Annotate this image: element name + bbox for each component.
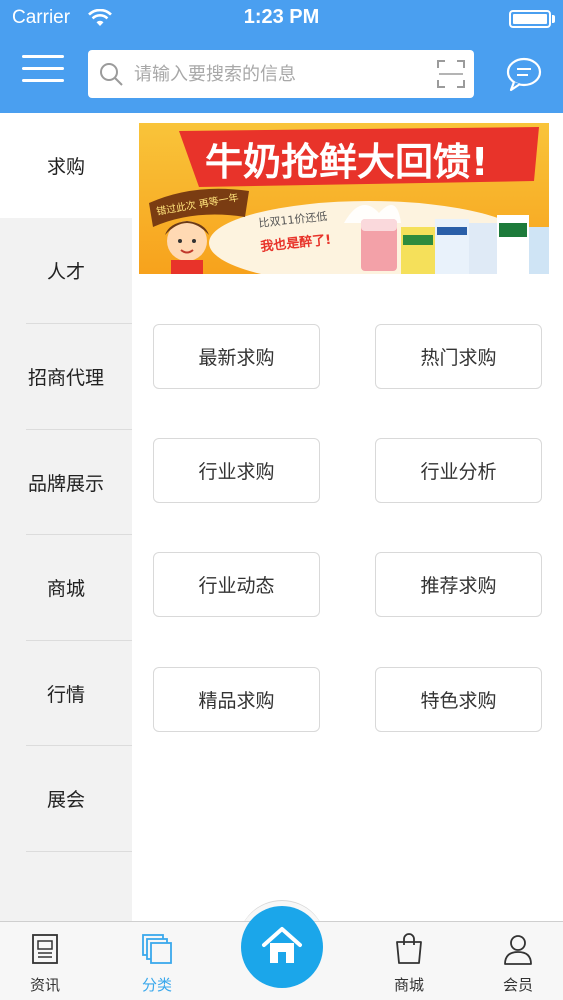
hot-purchase-button[interactable]: 热门求购 — [375, 324, 542, 389]
battery-tip — [552, 15, 555, 23]
shopping-bag-icon — [396, 933, 422, 964]
clock: 1:23 PM — [243, 6, 320, 28]
sidebar-item-rencai[interactable]: 人才 — [0, 218, 132, 323]
search-input[interactable] — [134, 50, 424, 98]
scan-icon[interactable] — [436, 59, 466, 89]
button-label: 热门求购 — [420, 347, 497, 369]
sidebar-item-label: 商城 — [46, 578, 85, 600]
sidebar-item-zhaoshang[interactable]: 招商代理 — [0, 324, 132, 429]
industry-analysis-button[interactable]: 行业分析 — [375, 438, 542, 503]
promo-banner-image: 牛奶抢鲜大回馈! 错过此次 再等一年 比双11价还低 我也是醉了! — [139, 123, 549, 274]
tab-news[interactable]: 资讯 — [0, 922, 90, 1000]
user-icon — [504, 935, 532, 965]
tab-label: 资讯 — [29, 976, 60, 994]
premium-purchase-button[interactable]: 精品求购 — [153, 667, 320, 732]
sidebar-item-shangcheng[interactable]: 商城 — [0, 535, 132, 640]
banner-headline: 牛奶抢鲜大回馈! — [205, 140, 488, 184]
sidebar-item-label: 人才 — [46, 261, 85, 283]
button-label: 特色求购 — [420, 690, 497, 712]
home-button[interactable] — [241, 906, 323, 988]
chat-bubble-icon[interactable] — [505, 56, 543, 92]
button-label: 行业动态 — [198, 575, 275, 597]
divider — [26, 851, 132, 852]
app-header: Carrier 1:23 PM — [0, 0, 563, 113]
button-label: 推荐求购 — [420, 575, 497, 597]
latest-purchase-button[interactable]: 最新求购 — [153, 324, 320, 389]
category-sidebar: 求购 人才 招商代理 品牌展示 商城 行情 展会 — [0, 113, 132, 921]
sidebar-item-label: 展会 — [46, 789, 85, 811]
tab-member[interactable]: 会员 — [473, 922, 563, 1000]
sidebar-item-qiugou[interactable]: 求购 — [0, 113, 132, 218]
tab-category[interactable]: 分类 — [112, 922, 202, 1000]
tab-label: 商城 — [393, 976, 424, 994]
recommended-purchase-button[interactable]: 推荐求购 — [375, 552, 542, 617]
sidebar-item-zhanhui[interactable]: 展会 — [0, 746, 132, 851]
search-bar[interactable] — [88, 50, 474, 98]
category-icon — [142, 934, 172, 964]
sidebar-item-hangqing[interactable]: 行情 — [0, 641, 132, 746]
button-label: 行业分析 — [420, 461, 497, 483]
sidebar-item-label: 招商代理 — [27, 367, 104, 389]
sidebar-item-label: 求购 — [46, 156, 85, 178]
button-label: 行业求购 — [198, 461, 275, 483]
sidebar-item-label: 行情 — [46, 684, 85, 706]
news-icon — [32, 934, 58, 964]
home-icon — [262, 927, 302, 963]
tab-label: 分类 — [141, 976, 172, 994]
tab-label: 会员 — [502, 976, 533, 994]
button-label: 最新求购 — [198, 347, 275, 369]
button-label: 精品求购 — [198, 690, 275, 712]
featured-purchase-button[interactable]: 特色求购 — [375, 667, 542, 732]
status-bar: Carrier 1:23 PM — [0, 0, 563, 36]
battery-icon — [509, 10, 551, 28]
tab-mall[interactable]: 商城 — [364, 922, 454, 1000]
promo-banner[interactable]: 牛奶抢鲜大回馈! 错过此次 再等一年 比双11价还低 我也是醉了! — [139, 123, 549, 274]
sidebar-item-pinpai[interactable]: 品牌展示 — [0, 430, 132, 535]
sidebar-item-label: 品牌展示 — [27, 473, 104, 495]
industry-news-button[interactable]: 行业动态 — [153, 552, 320, 617]
search-icon — [100, 63, 123, 86]
industry-purchase-button[interactable]: 行业求购 — [153, 438, 320, 503]
hamburger-menu-icon[interactable] — [22, 55, 64, 91]
